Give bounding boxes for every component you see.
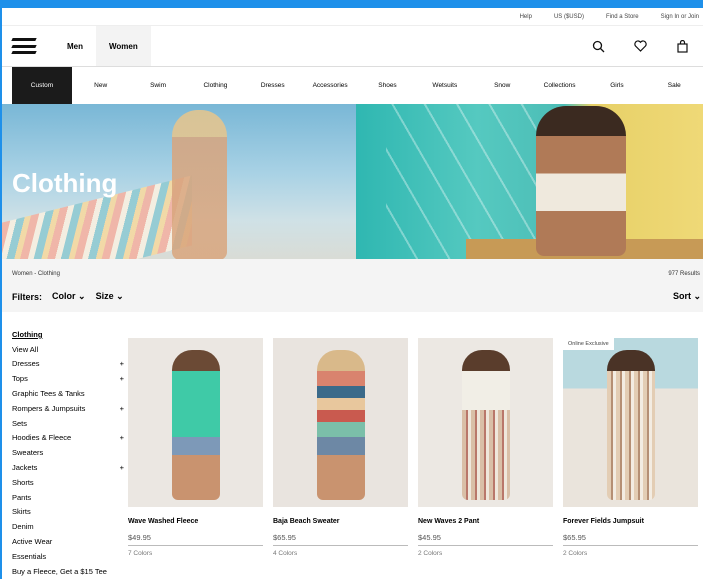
product-image[interactable]: [273, 338, 408, 507]
product-price: $65.95: [563, 533, 698, 546]
chevron-down-icon: ⌄: [78, 291, 86, 301]
product-colors: 2 Colors: [563, 550, 588, 557]
category-custom[interactable]: Custom: [12, 66, 72, 105]
category-bar: Custom New Swim Clothing Dresses Accesso…: [2, 66, 703, 105]
category-snow[interactable]: Snow: [474, 67, 531, 105]
shopping-bag-icon[interactable]: [661, 39, 703, 53]
category-wetsuits[interactable]: Wetsuits: [416, 67, 473, 105]
sidebar-item-tops[interactable]: Tops +: [12, 371, 124, 386]
expand-plus-icon: +: [119, 374, 124, 384]
filters-label: Filters:: [12, 291, 43, 302]
category-shoes[interactable]: Shoes: [359, 67, 416, 105]
online-exclusive-badge: Online Exclusive: [563, 338, 614, 350]
chevron-down-icon: ⌄: [116, 291, 124, 301]
product-image[interactable]: [418, 338, 553, 507]
category-clothing[interactable]: Clothing: [187, 67, 244, 105]
wishlist-heart-icon[interactable]: [619, 40, 661, 52]
listing-toolbar: Women - Clothing 977 Results Filters: Co…: [2, 259, 703, 312]
sidebar-item-jackets[interactable]: Jackets +: [12, 460, 124, 475]
sidebar-item-rompers[interactable]: Rompers & Jumpsuits +: [12, 401, 124, 416]
product-price: $49.95: [128, 533, 263, 546]
expand-plus-icon: +: [119, 433, 124, 443]
hero-banner: Clothing: [2, 104, 703, 259]
sidebar-item-promo[interactable]: Buy a Fleece, Get a $15 Tee: [12, 564, 124, 579]
sidebar-item-skirts[interactable]: Skirts: [12, 505, 124, 520]
product-colors: 7 Colors: [128, 550, 153, 557]
category-new[interactable]: New: [72, 67, 129, 105]
category-girls[interactable]: Girls: [588, 67, 645, 105]
brand-logo-icon[interactable]: [11, 38, 37, 54]
sidebar-item-essentials[interactable]: Essentials: [12, 549, 124, 564]
expand-plus-icon: +: [119, 359, 124, 369]
sidebar-item-denim[interactable]: Denim: [12, 519, 124, 534]
product-card[interactable]: Baja Beach Sweater $65.95 4 Colors: [273, 338, 408, 557]
category-accessories[interactable]: Accessories: [301, 67, 358, 105]
chevron-down-icon: ⌄: [693, 291, 701, 301]
product-card[interactable]: Wave Washed Fleece $49.95 7 Colors: [128, 338, 263, 557]
sidebar-item-graphic-tees[interactable]: Graphic Tees & Tanks: [12, 386, 124, 401]
product-grid: Wave Washed Fleece $49.95 7 Colors Baja …: [128, 338, 698, 557]
category-sale[interactable]: Sale: [646, 67, 703, 105]
utility-bar: Help US ($USD) Find a Store Sign In or J…: [2, 8, 703, 26]
nav-men[interactable]: Men: [54, 26, 96, 66]
sign-in-link[interactable]: Sign In or Join: [661, 14, 699, 20]
find-store-link[interactable]: Find a Store: [606, 14, 639, 20]
size-filter-label: Size: [95, 291, 114, 301]
expand-plus-icon: +: [119, 403, 124, 413]
category-dresses[interactable]: Dresses: [244, 67, 301, 105]
size-filter-dropdown[interactable]: Size ⌄: [96, 291, 124, 302]
sort-dropdown[interactable]: Sort ⌄: [673, 291, 701, 302]
color-filter-label: Color: [52, 291, 76, 301]
currency-selector[interactable]: US ($USD): [554, 14, 584, 20]
product-price: $65.95: [273, 533, 408, 546]
nav-women[interactable]: Women: [96, 26, 151, 66]
results-count: 977 Results: [668, 271, 700, 277]
product-name[interactable]: New Waves 2 Pant: [418, 518, 553, 525]
category-collections[interactable]: Collections: [531, 67, 588, 105]
expand-plus-icon: +: [119, 463, 124, 473]
window-frame-top: [0, 0, 703, 8]
sidebar-item-dresses[interactable]: Dresses +: [12, 357, 124, 372]
sidebar-item-pants[interactable]: Pants: [12, 490, 124, 505]
product-name[interactable]: Baja Beach Sweater: [273, 518, 408, 525]
main-nav: Men Women: [2, 26, 703, 66]
breadcrumb[interactable]: Women - Clothing: [12, 271, 60, 277]
category-sidebar: Clothing View All Dresses + Tops + Graphic…: [12, 327, 124, 579]
filters-row: Filters: Color ⌄ Size ⌄: [12, 291, 124, 302]
sidebar-item-sets[interactable]: Sets: [12, 416, 124, 431]
hero-image-right: [356, 104, 703, 259]
sidebar-item-view-all[interactable]: View All: [12, 342, 124, 357]
search-icon[interactable]: [577, 40, 619, 53]
product-name[interactable]: Forever Fields Jumpsuit: [563, 518, 698, 525]
product-colors: 2 Colors: [418, 550, 443, 557]
product-price: $45.95: [418, 533, 553, 546]
product-card[interactable]: New Waves 2 Pant $45.95 2 Colors: [418, 338, 553, 557]
product-image[interactable]: Online Exclusive: [563, 338, 698, 507]
product-colors: 4 Colors: [273, 550, 298, 557]
sidebar-item-sweaters[interactable]: Sweaters: [12, 445, 124, 460]
product-card[interactable]: Online Exclusive Forever Fields Jumpsuit…: [563, 338, 698, 557]
sidebar-item-hoodies[interactable]: Hoodies & Fleece +: [12, 431, 124, 446]
hero-image-left: Clothing: [2, 104, 356, 259]
sidebar-item-clothing[interactable]: Clothing: [12, 327, 124, 342]
color-filter-dropdown[interactable]: Color ⌄: [52, 291, 86, 302]
product-image[interactable]: [128, 338, 263, 507]
hero-title: Clothing: [12, 168, 118, 198]
product-name[interactable]: Wave Washed Fleece: [128, 518, 263, 525]
help-link[interactable]: Help: [520, 14, 532, 20]
sidebar-item-shorts[interactable]: Shorts: [12, 475, 124, 490]
sidebar-item-active-wear[interactable]: Active Wear: [12, 534, 124, 549]
sort-label: Sort: [672, 291, 691, 301]
category-swim[interactable]: Swim: [129, 67, 186, 105]
